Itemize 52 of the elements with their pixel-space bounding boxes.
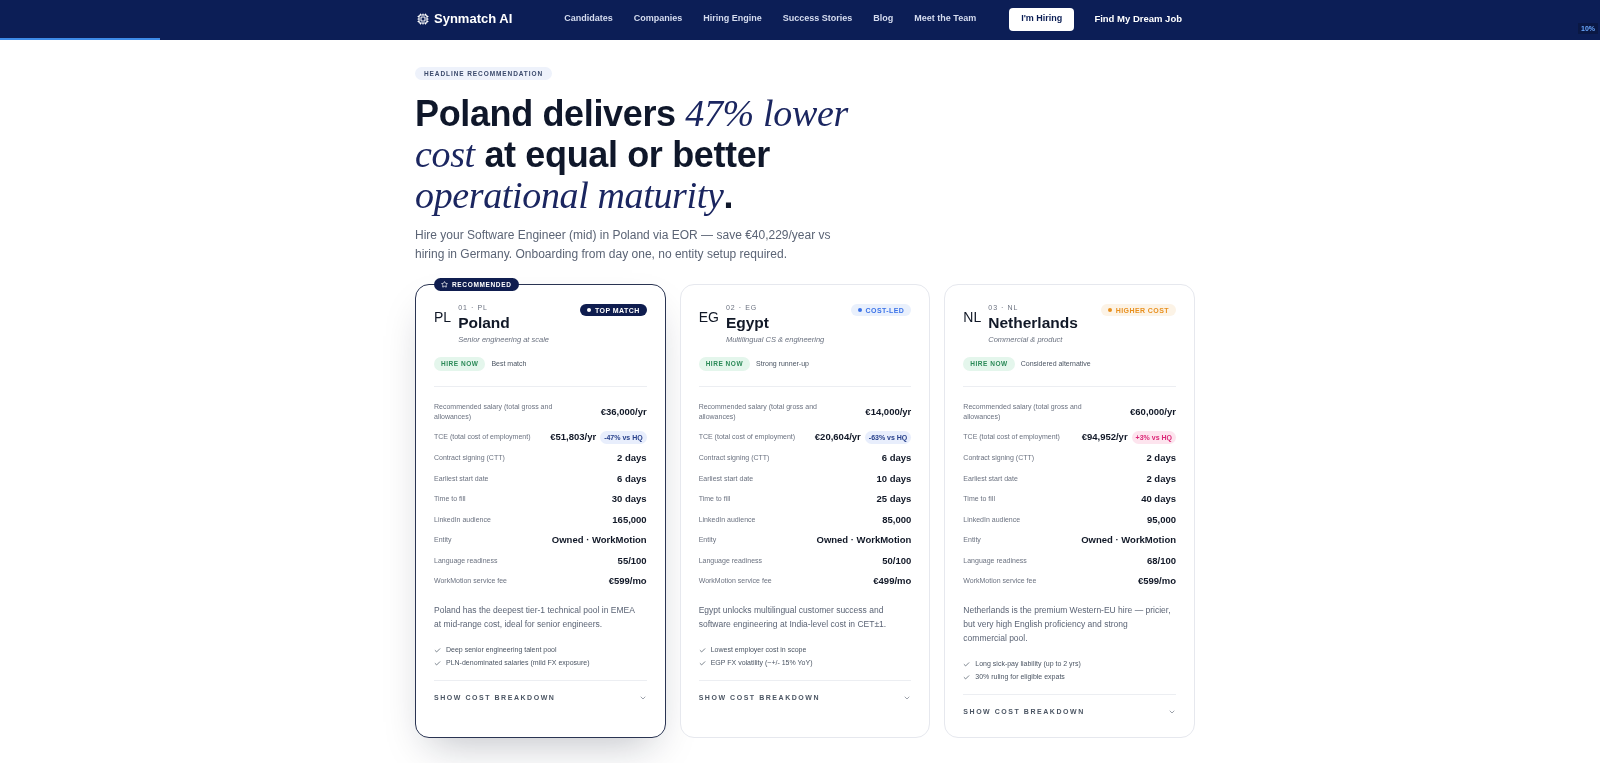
metric-value: 85,000 (882, 513, 912, 526)
metric-value: €20,604/yr (814, 431, 861, 443)
metric-value: 10 days (876, 472, 912, 485)
metric-value: 6 days (881, 452, 912, 464)
metric-value: 6 days (617, 472, 647, 485)
headline: Poland delivers 47% lower cost at equal or better operational maturity. (415, 93, 850, 216)
metric-value: 30 days (611, 493, 647, 505)
metric-value: €60,000/yr (1130, 406, 1176, 418)
metric-value: €94,952/yr (1081, 431, 1128, 443)
country-name: Netherlands (988, 313, 1078, 332)
metric-value: €36,000/yr (600, 406, 647, 418)
nav-link[interactable]: Success Stories (782, 12, 853, 26)
metric-value: 25 days (876, 493, 912, 505)
country-description: Netherlands is the premium Western-EU hire — pricier, but very high English proficiency and strong commercial pool. (963, 604, 1172, 645)
metric-value: €14,000/yr (865, 406, 912, 418)
metric-value: 95,000 (1146, 513, 1176, 526)
country-code: PL (434, 309, 452, 325)
nav-link[interactable]: Blog (873, 12, 894, 26)
metric-value: Owned · WorkMotion (551, 534, 647, 546)
metric-value: 68/100 (1146, 554, 1176, 567)
brand-name[interactable]: Synmatch AI (434, 9, 513, 29)
metric-value: 40 days (1141, 493, 1176, 505)
metric-value: €599/mo (608, 575, 647, 587)
country-name: Poland (458, 313, 511, 332)
metric-value: Owned · WorkMotion (1081, 534, 1176, 546)
dream-job-link[interactable]: Find My Dream Job (1094, 11, 1182, 27)
metric-value: €499/mo (873, 575, 912, 587)
metric-value: €599/mo (1137, 575, 1176, 587)
subtitle: Hire your Software Engineer (mid) in Poland via EOR — save €40,229/year vs hiring in Germany. Onboarding from day one, no entity setup required. (415, 227, 832, 263)
nav-link[interactable]: Companies (633, 12, 683, 26)
country-name: Egypt (725, 313, 770, 332)
metric-value: 2 days (1146, 452, 1176, 464)
metric-value: Owned · WorkMotion (816, 534, 912, 546)
metric-value: 2 days (1146, 472, 1176, 485)
country-code: EG (698, 309, 719, 325)
country-description: Poland has the deepest tier-1 technical pool in EMEA at mid-range cost, ideal for senior engineers. (434, 604, 636, 631)
nav-link[interactable]: Meet the Team (914, 12, 977, 26)
metric-value: 2 days (617, 452, 647, 464)
metric-value: 165,000 (612, 513, 647, 526)
metric-value: 50/100 (882, 554, 912, 567)
metric-value: €51,803/yr (550, 431, 597, 443)
nav-link[interactable]: Hiring Engine (703, 12, 762, 26)
hiring-button[interactable]: I'm Hiring (1009, 7, 1075, 31)
chevron-down-icon (903, 694, 912, 702)
metric-value: 55/100 (617, 554, 647, 567)
chip-icon (417, 13, 429, 25)
country-description: Egypt unlocks multilingual customer success and software engineering at India-level cost in CET±1. (698, 604, 888, 631)
country-code: NL (963, 309, 982, 325)
nav-link[interactable]: Candidates (564, 12, 613, 26)
chevron-down-icon (1168, 708, 1176, 716)
star-icon (441, 281, 448, 288)
chevron-down-icon (638, 694, 647, 702)
